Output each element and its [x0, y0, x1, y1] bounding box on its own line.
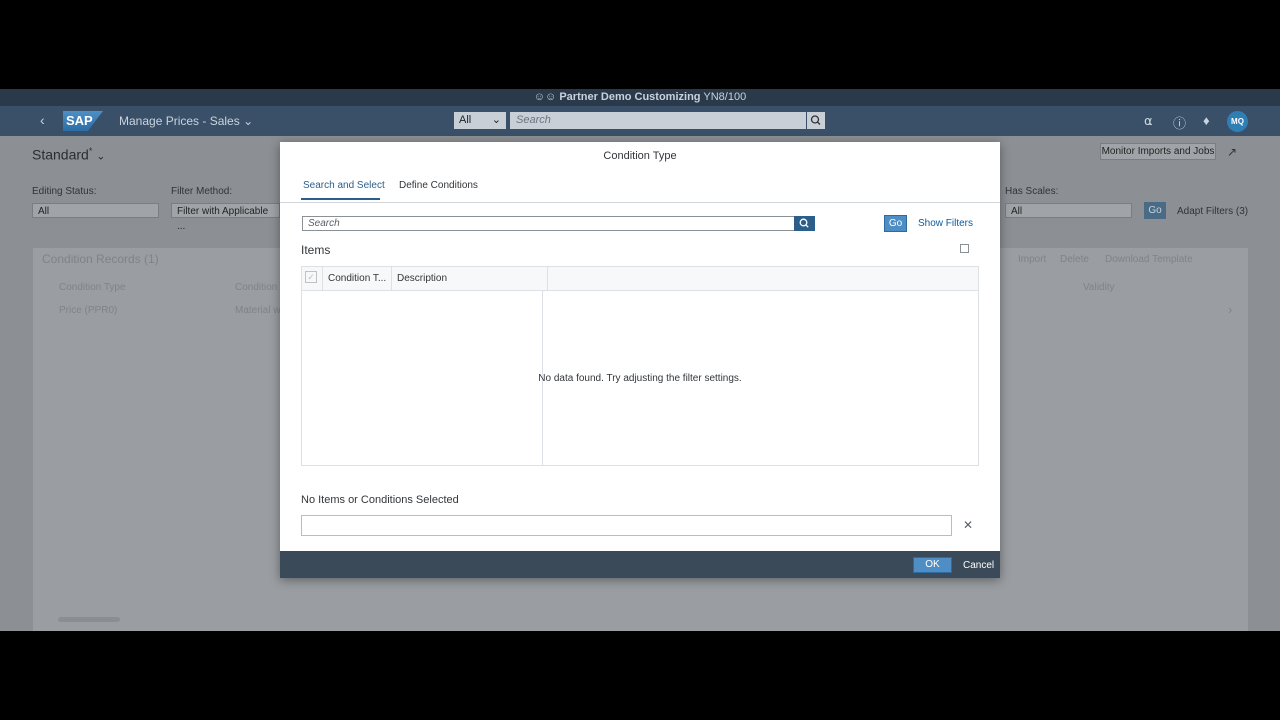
dialog-header: Condition Type Search and Select Define … — [280, 142, 1000, 203]
editing-status-label: Editing Status: — [32, 186, 97, 197]
items-table: ✓ Condition T... Description No data fou… — [301, 266, 979, 466]
show-filters-button[interactable]: Show Filters — [918, 218, 973, 229]
has-scales-label: Has Scales: — [1005, 186, 1059, 197]
variant-selector[interactable]: Standard* ⌄ — [32, 146, 105, 163]
active-tab-indicator — [301, 198, 380, 200]
row-navigation-icon[interactable]: › — [1228, 302, 1232, 317]
people-icon: ☺☺ — [533, 91, 557, 103]
search-scope-select[interactable]: All ⌄ — [454, 112, 506, 129]
shell-bar: ‹ SAP Manage Prices - Sales ⌄ All ⌄ Sear… — [0, 106, 1280, 136]
share-icon[interactable]: ↗ — [1227, 145, 1237, 159]
client-name: Partner Demo Customizing — [559, 91, 701, 103]
filter-method-label: Filter Method: — [171, 186, 233, 197]
clear-icon[interactable]: ✕ — [963, 518, 973, 532]
dialog-search-button[interactable] — [794, 216, 815, 231]
column-separator — [547, 267, 548, 290]
has-scales-value: All — [1011, 206, 1023, 217]
sap-logo[interactable]: SAP — [63, 111, 103, 131]
dialog-title: Condition Type — [603, 150, 677, 162]
items-title: Items — [301, 243, 331, 257]
download-template-button[interactable]: Download Template — [1105, 254, 1193, 265]
chevron-down-icon: ⌄ — [243, 114, 254, 128]
column-condition-type[interactable]: Condition T... — [328, 273, 386, 284]
monitor-imports-button[interactable]: Monitor Imports and Jobs — [1100, 143, 1216, 160]
selected-items-tokenizer[interactable] — [301, 515, 952, 536]
delete-button[interactable]: Delete — [1060, 254, 1089, 265]
chevron-down-icon: ⌄ — [491, 114, 501, 126]
items-table-header: ✓ Condition T... Description — [302, 267, 978, 291]
dialog-go-button[interactable]: Go — [884, 215, 907, 232]
variant-marker: * — [88, 146, 93, 156]
adapt-filters-button[interactable]: Adapt Filters (3) — [1177, 206, 1248, 217]
bell-icon[interactable]: ♦ — [1203, 113, 1210, 128]
column-description[interactable]: Description — [397, 273, 447, 284]
back-icon[interactable]: ‹ — [40, 112, 45, 128]
table-title: Condition Records (1) — [42, 252, 159, 266]
import-button[interactable]: Import — [1018, 254, 1046, 265]
app-title[interactable]: Manage Prices - Sales ⌄ — [119, 114, 253, 128]
search-icon — [799, 218, 809, 228]
row-condition-type: Price (PPR0) — [59, 305, 118, 316]
no-data-message: No data found. Try adjusting the filter … — [538, 373, 742, 384]
selection-title: No Items or Conditions Selected — [301, 494, 459, 506]
tab-search-and-select[interactable]: Search and Select — [303, 180, 385, 191]
app-title-text: Manage Prices - Sales — [119, 114, 240, 128]
search-icon — [810, 115, 821, 125]
headset-icon[interactable]: ⍺ — [1144, 113, 1153, 129]
help-icon[interactable]: ⓘ — [1173, 113, 1186, 132]
copy-icon[interactable] — [960, 244, 969, 253]
scope-value: All — [459, 114, 472, 126]
system-id: YN8/100 — [703, 91, 747, 103]
filter-method-value: Filter with Applicable ... — [177, 206, 269, 232]
dialog-search-input[interactable]: Search — [302, 216, 795, 231]
shell-search-button[interactable] — [807, 112, 825, 129]
column-condition[interactable]: Condition — [235, 282, 277, 293]
editing-status-select[interactable]: All — [32, 203, 159, 218]
cancel-button[interactable]: Cancel — [963, 560, 994, 571]
column-validity[interactable]: Validity — [1083, 282, 1115, 293]
variant-name: Standard — [32, 146, 89, 163]
page-go-button[interactable]: Go — [1144, 202, 1166, 219]
editing-status-value: All — [38, 206, 50, 217]
ok-button[interactable]: OK — [913, 557, 952, 573]
column-separator — [322, 267, 323, 290]
avatar[interactable]: MQ — [1227, 111, 1248, 132]
filter-method-select[interactable]: Filter with Applicable ... — [171, 203, 280, 232]
column-condition-type[interactable]: Condition Type — [59, 282, 126, 293]
horizontal-scrollbar[interactable] — [58, 617, 120, 622]
dialog-footer: OK Cancel — [280, 551, 1000, 578]
select-all-checkbox[interactable]: ✓ — [305, 271, 317, 283]
chevron-down-icon: ⌄ — [96, 150, 106, 163]
shell-search-input[interactable]: Search — [510, 112, 806, 129]
system-bar: ☺☺ Partner Demo Customizing YN8/100 — [0, 89, 1280, 106]
condition-type-dialog: Condition Type Search and Select Define … — [280, 142, 1000, 578]
column-separator — [391, 267, 392, 290]
has-scales-select[interactable]: All — [1005, 203, 1132, 218]
tab-define-conditions[interactable]: Define Conditions — [399, 180, 478, 191]
